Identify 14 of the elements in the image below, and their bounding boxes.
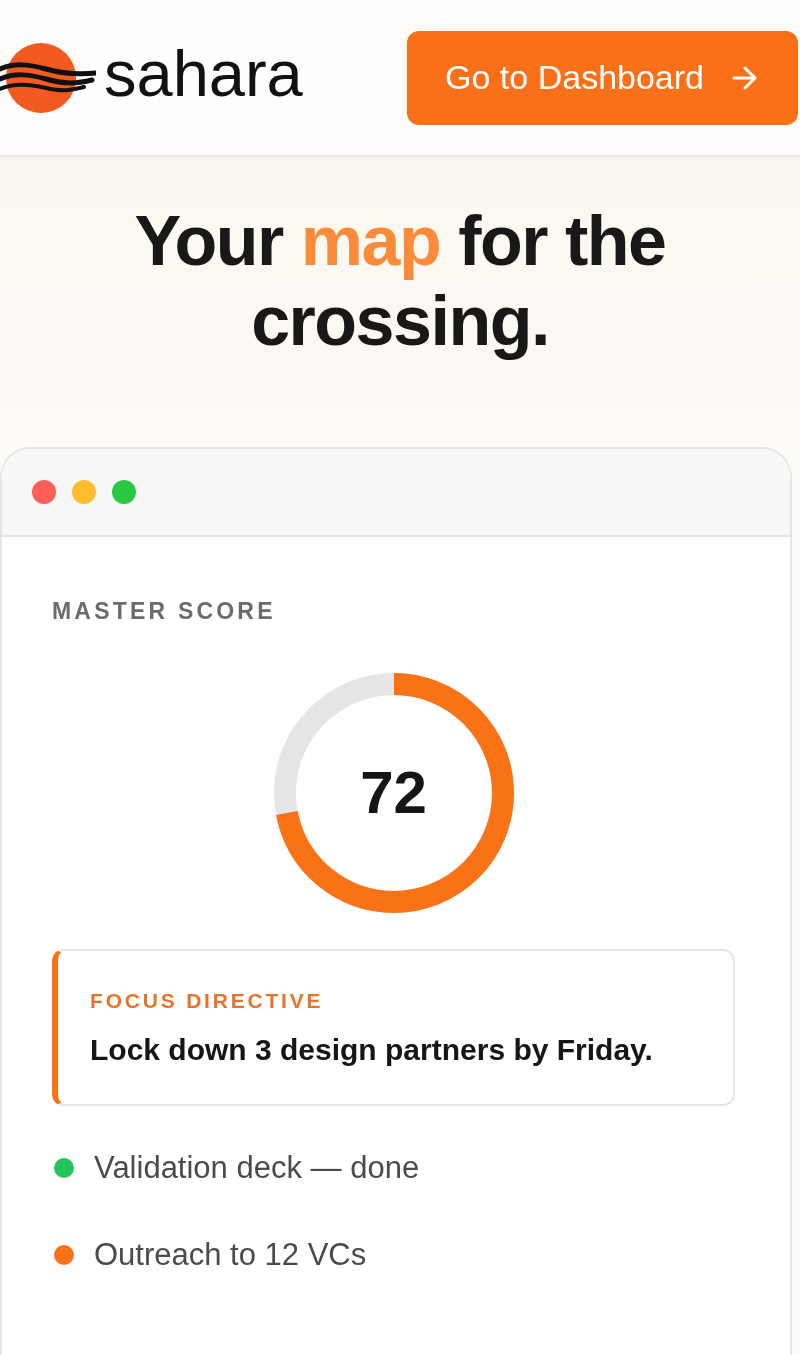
close-dot-icon[interactable]: [32, 480, 56, 504]
minimize-dot-icon[interactable]: [72, 480, 96, 504]
task-text: Validation deck — done: [94, 1150, 420, 1186]
dashboard-button[interactable]: Go to Dashboard: [407, 30, 798, 125]
sun-waves-logo-icon: [0, 41, 96, 114]
task-text: Outreach to 12 VCs: [94, 1237, 367, 1273]
focus-label: FOCUS DIRECTIVE: [90, 988, 325, 1014]
arrow-right-icon: [732, 65, 758, 90]
score-label: MASTER SCORE: [52, 597, 277, 625]
focus-text: Lock down 3 design partners by Friday.: [90, 1032, 654, 1068]
headline: Your map for the crossing.: [133, 201, 667, 361]
score-value: 72: [360, 763, 427, 823]
maximize-dot-icon[interactable]: [112, 480, 136, 504]
brand-name: sahara: [104, 41, 303, 112]
